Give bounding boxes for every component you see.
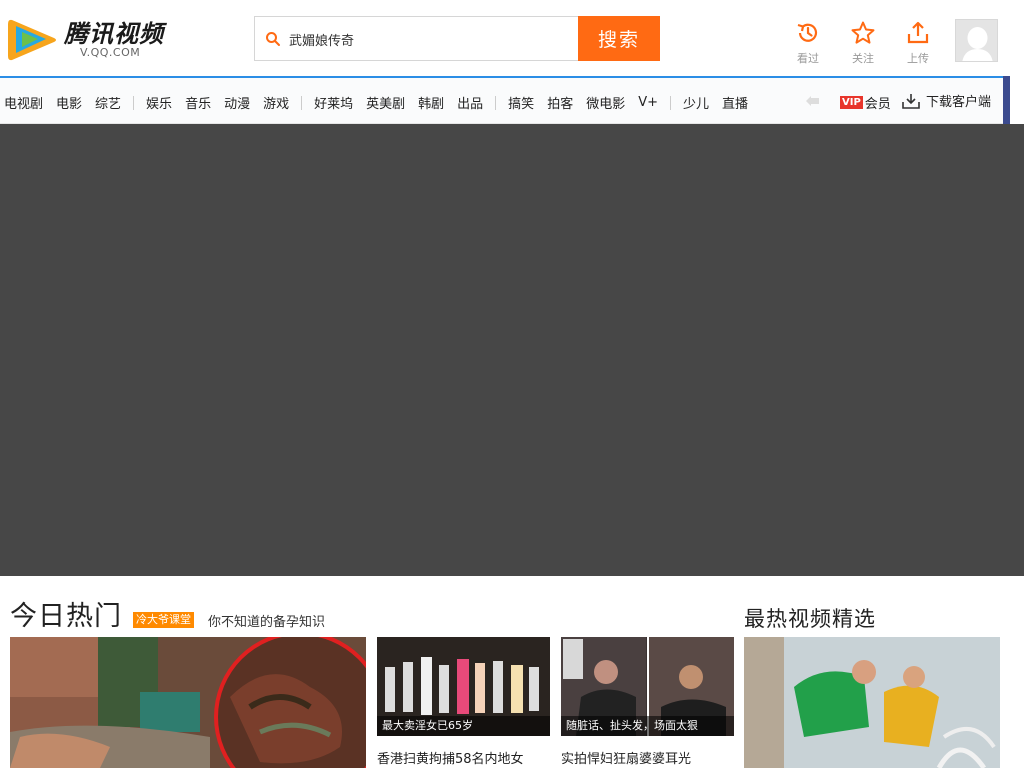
nav-item-tv[interactable]: 电视剧	[4, 93, 43, 112]
nav-item-vplus[interactable]: V+	[638, 95, 658, 110]
scroll-edge	[1003, 76, 1010, 124]
header: 腾讯视频 V.QQ.COM 搜索 看过 关注 上传	[0, 0, 1024, 76]
logo-subtext: V.QQ.COM	[80, 46, 141, 59]
avatar[interactable]	[955, 19, 998, 62]
search-box[interactable]	[254, 16, 578, 61]
channel-nav: 电视剧 电影 综艺 娱乐 音乐 动漫 游戏 好莱坞 英美剧 韩剧 出品 搞笑 拍…	[0, 76, 1010, 124]
nav-divider	[133, 95, 135, 110]
video-caption: 最大卖淫女已65岁	[377, 716, 550, 736]
logo-play-icon	[8, 19, 56, 61]
video-thumbnail[interactable]: 最大卖淫女已65岁	[377, 637, 550, 736]
nav-item-micro-film[interactable]: 微电影	[586, 93, 625, 112]
download-icon	[902, 93, 920, 109]
section-subtitle-link[interactable]: 你不知道的备孕知识	[208, 611, 325, 630]
download-client-link[interactable]: 下载客户端	[902, 91, 991, 110]
vip-link[interactable]: VIP 会员	[840, 93, 891, 112]
nav-divider	[495, 95, 497, 110]
star-icon	[851, 21, 875, 44]
nav-divider	[670, 95, 672, 110]
nav-item-variety[interactable]: 综艺	[95, 93, 121, 112]
nav-item-hollywood[interactable]: 好莱坞	[314, 93, 353, 112]
channel-list: 电视剧 电影 综艺 娱乐 音乐 动漫 游戏 好莱坞 英美剧 韩剧 出品 搞笑 拍…	[4, 93, 761, 112]
search-bar: 搜索	[254, 16, 660, 61]
nav-item-korean-drama[interactable]: 韩剧	[418, 93, 444, 112]
nav-item-movie[interactable]: 电影	[56, 93, 82, 112]
search-input[interactable]	[289, 29, 569, 49]
user-silhouette-icon	[962, 27, 993, 61]
history-button[interactable]: 看过	[788, 20, 828, 66]
video-title[interactable]: 香港扫黄拘捕58名内地女	[377, 748, 524, 767]
download-label: 下载客户端	[926, 95, 992, 110]
section-title-hot-picks: 最热视频精选	[744, 607, 876, 631]
nav-item-funny[interactable]: 搞笑	[508, 93, 534, 112]
upload-label: 上传	[907, 52, 929, 65]
nav-item-games[interactable]: 游戏	[263, 93, 289, 112]
history-label: 看过	[797, 52, 819, 65]
section-title-today-hot: 今日热门	[10, 601, 122, 632]
nav-item-entertainment[interactable]: 娱乐	[146, 93, 172, 112]
hero-banner[interactable]	[0, 124, 1024, 576]
video-thumbnail-hot-pick[interactable]	[744, 637, 1000, 768]
follow-label: 关注	[852, 52, 874, 65]
history-icon	[797, 23, 818, 42]
nav-item-kids[interactable]: 少儿	[683, 93, 709, 112]
search-icon	[266, 32, 280, 46]
featured-image	[10, 637, 366, 768]
upload-button[interactable]: 上传	[898, 20, 938, 66]
nav-item-live[interactable]: 直播	[722, 93, 748, 112]
nav-item-music[interactable]: 音乐	[185, 93, 211, 112]
nav-item-anime[interactable]: 动漫	[224, 93, 250, 112]
follow-button[interactable]: 关注	[843, 20, 883, 66]
logo[interactable]: 腾讯视频 V.QQ.COM	[6, 10, 166, 66]
video-thumbnail-featured[interactable]	[10, 637, 366, 768]
nav-item-us-uk-drama[interactable]: 英美剧	[366, 93, 405, 112]
search-button[interactable]: 搜索	[578, 16, 660, 61]
vip-badge: VIP	[840, 96, 863, 109]
hot-pick-image	[744, 637, 1000, 768]
video-caption: 随脏话、扯头发，场面太狠	[561, 716, 734, 736]
vip-label: 会员	[864, 97, 891, 112]
nav-item-paike[interactable]: 拍客	[547, 93, 573, 112]
nav-item-originals[interactable]: 出品	[457, 93, 483, 112]
nav-divider	[301, 95, 303, 110]
arrow-left-icon	[806, 96, 819, 106]
section-tag[interactable]: 冷大爷课堂	[133, 612, 194, 628]
video-title[interactable]: 实拍悍妇狂扇婆婆耳光	[561, 748, 691, 767]
upload-icon	[907, 21, 929, 44]
video-thumbnail[interactable]: 随脏话、扯头发，场面太狠	[561, 637, 734, 736]
logo-text: 腾讯视频	[64, 20, 164, 48]
